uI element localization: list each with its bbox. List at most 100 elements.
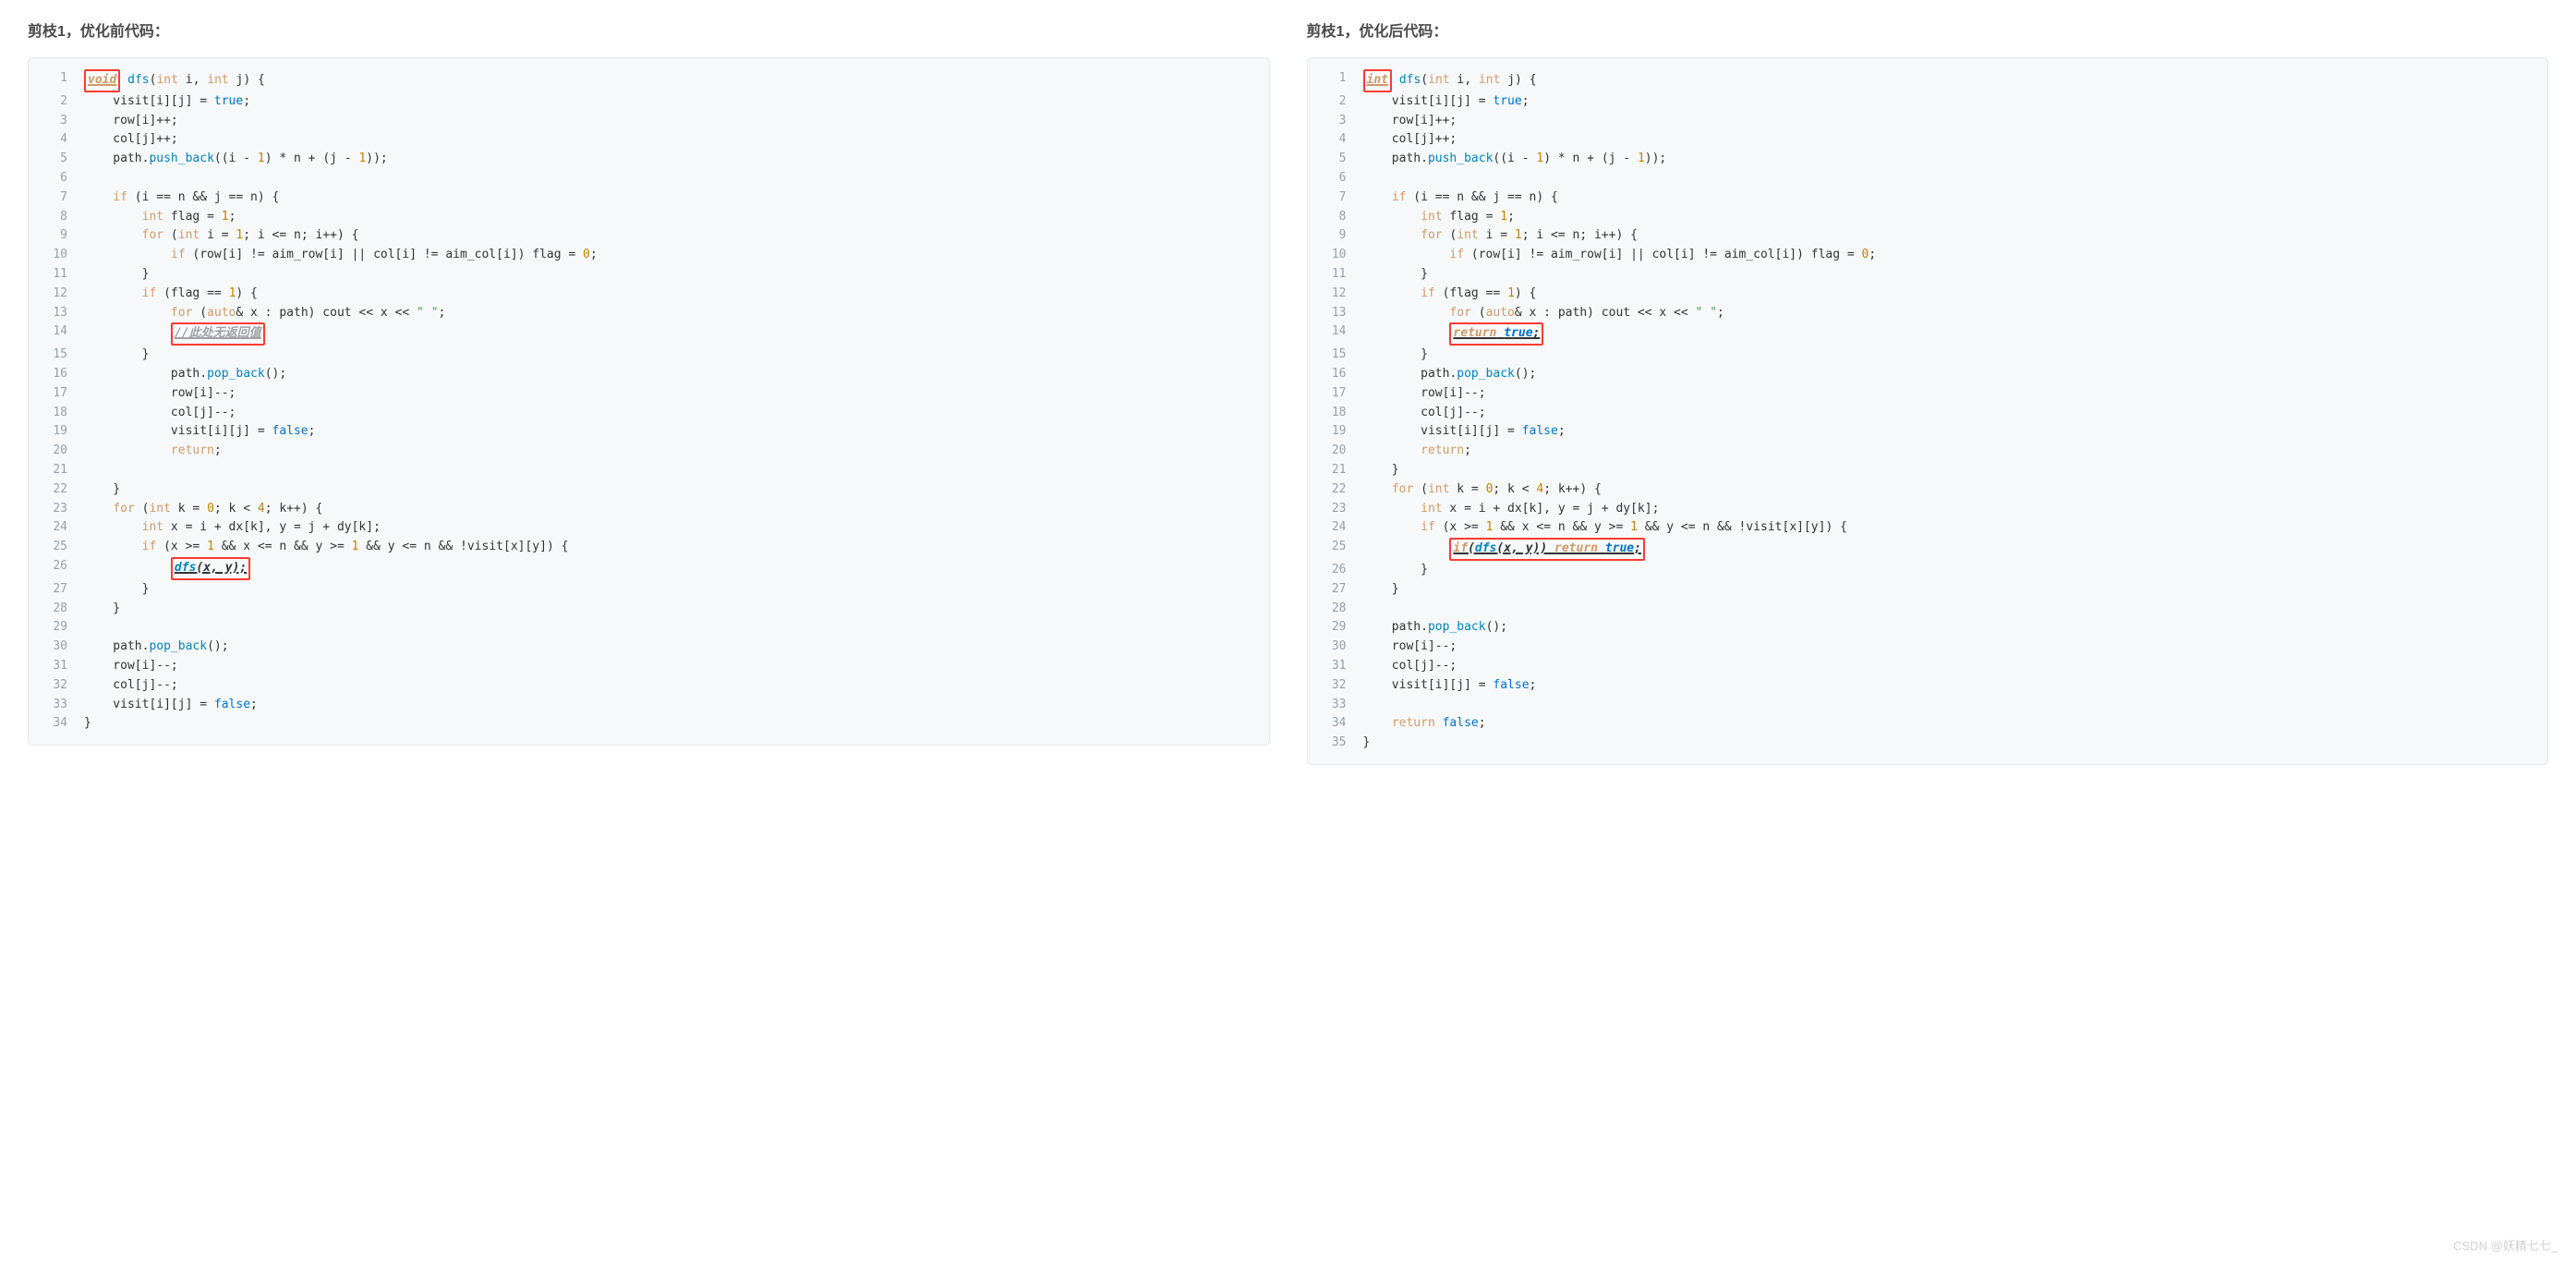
line-number: 16 [42,365,67,384]
code-content: visit[i][j] = false; [84,422,1256,442]
line-number: 29 [1321,618,1347,638]
right-codeblock: 1int dfs(int i, int j) {2 visit[i][j] = … [1307,57,2549,765]
line-number: 28 [1321,600,1347,619]
line-number: 13 [1321,304,1347,323]
right-heading: 剪枝1，优化后代码： [1307,18,2549,41]
code-content: for (int i = 1; i <= n; i++) { [84,226,1256,246]
code-line: 12 if (flag == 1) { [1308,285,2548,304]
code-content: row[i]--; [1363,638,2535,657]
code-line: 8 int flag = 1; [1308,208,2548,227]
code-line: 10 if (row[i] != aim_row[i] || col[i] !=… [29,246,1269,265]
code-line: 3 row[i]++; [29,112,1269,131]
code-content: } [84,580,1256,600]
code-content [1363,600,2535,619]
code-content: } [84,480,1256,500]
line-number: 34 [1321,714,1347,734]
code-line: 34} [29,714,1269,734]
left-codeblock: 1 void dfs(int i, int j) { 2 visit[i][j] =… [28,57,1270,746]
line-number: 18 [42,404,67,423]
line-number: 6 [1321,169,1347,188]
line-number: 22 [1321,480,1347,500]
code-content: } [1363,346,2535,365]
line-number: 30 [1321,638,1347,657]
code-line: 7 if (i == n && j == n) { [29,188,1269,208]
code-content: row[i]--; [84,384,1256,404]
code-content: } [1363,461,2535,480]
line-number: 15 [42,346,67,365]
code-line: 13 for (auto& x : path) cout << x << " "… [29,304,1269,323]
code-line: 13 for (auto& x : path) cout << x << " "… [1308,304,2548,323]
code-content: } [1363,580,2535,600]
code-line: 4 col[j]++; [29,130,1269,150]
code-line: 1 void dfs(int i, int j) { [29,69,1269,92]
code-content: return; [84,442,1256,461]
line-number: 30 [42,638,67,657]
code-line: 19 visit[i][j] = false; [1308,422,2548,442]
line-number: 10 [1321,246,1347,265]
code-line: 25 if (x >= 1 && x <= n && y >= 1 && y <… [29,538,1269,557]
code-content: col[j]--; [84,676,1256,696]
code-content [84,461,1256,480]
code-line: 17 row[i]--; [1308,384,2548,404]
code-line: 5 path.push_back((i - 1) * n + (j - 1)); [29,150,1269,169]
code-content: row[i]--; [84,657,1256,676]
code-content: row[i]--; [1363,384,2535,404]
line-number: 32 [1321,676,1347,696]
code-content: row[i]++; [84,112,1256,131]
line-number: 33 [42,696,67,715]
code-content: int x = i + dx[k], y = j + dy[k]; [84,518,1256,538]
line-number: 19 [1321,422,1347,442]
code-line: 33 [1308,696,2548,715]
code-content: if (row[i] != aim_row[i] || col[i] != ai… [1363,246,2535,265]
code-content: dfs(x, y); [84,557,1256,580]
line-number: 20 [1321,442,1347,461]
code-line: 22 for (int k = 0; k < 4; k++) { [1308,480,2548,500]
code-content: path.pop_back(); [84,365,1256,384]
code-line: 9 for (int i = 1; i <= n; i++) { [1308,226,2548,246]
code-content: path.push_back((i - 1) * n + (j - 1)); [1363,150,2535,169]
code-line: 34 return false; [1308,714,2548,734]
line-number: 10 [42,246,67,265]
code-line: 11 } [1308,265,2548,285]
line-number: 7 [42,188,67,208]
code-line: 18 col[j]--; [29,404,1269,423]
code-line: 16 path.pop_back(); [1308,365,2548,384]
line-number: 1 [42,69,67,92]
code-content: row[i]++; [1363,112,2535,131]
code-line: 6 [29,169,1269,188]
line-number: 2 [1321,92,1347,112]
code-line: 18 col[j]--; [1308,404,2548,423]
line-number: 9 [1321,226,1347,246]
code-content: if(dfs(x, y)) return true; [1363,538,2535,561]
code-content: if (x >= 1 && x <= n && y >= 1 && y <= n… [84,538,1256,557]
code-line: 26 dfs(x, y); [29,557,1269,580]
line-number: 17 [42,384,67,404]
code-line: 31 col[j]--; [1308,657,2548,676]
code-line: 15 } [29,346,1269,365]
line-number: 23 [1321,500,1347,519]
code-line: 33 visit[i][j] = false; [29,696,1269,715]
line-number: 6 [42,169,67,188]
code-line: 29 path.pop_back(); [1308,618,2548,638]
line-number: 13 [42,304,67,323]
code-content: visit[i][j] = false; [84,696,1256,715]
code-content: col[j]--; [1363,657,2535,676]
code-content: } [1363,265,2535,285]
code-line: 29 [29,618,1269,638]
line-number: 3 [42,112,67,131]
line-number: 22 [42,480,67,500]
code-content: int x = i + dx[k], y = j + dy[k]; [1363,500,2535,519]
code-content: for (int i = 1; i <= n; i++) { [1363,226,2535,246]
code-content: for (auto& x : path) cout << x << " "; [84,304,1256,323]
code-content: if (i == n && j == n) { [1363,188,2535,208]
line-number: 32 [42,676,67,696]
code-line: 2 visit[i][j] = true; [1308,92,2548,112]
line-number: 2 [42,92,67,112]
code-line: 20 return; [1308,442,2548,461]
code-line: 7 if (i == n && j == n) { [1308,188,2548,208]
code-content [84,618,1256,638]
code-content: } [84,265,1256,285]
code-content: void dfs(int i, int j) { [84,69,1256,92]
line-number: 16 [1321,365,1347,384]
line-number: 34 [42,714,67,734]
